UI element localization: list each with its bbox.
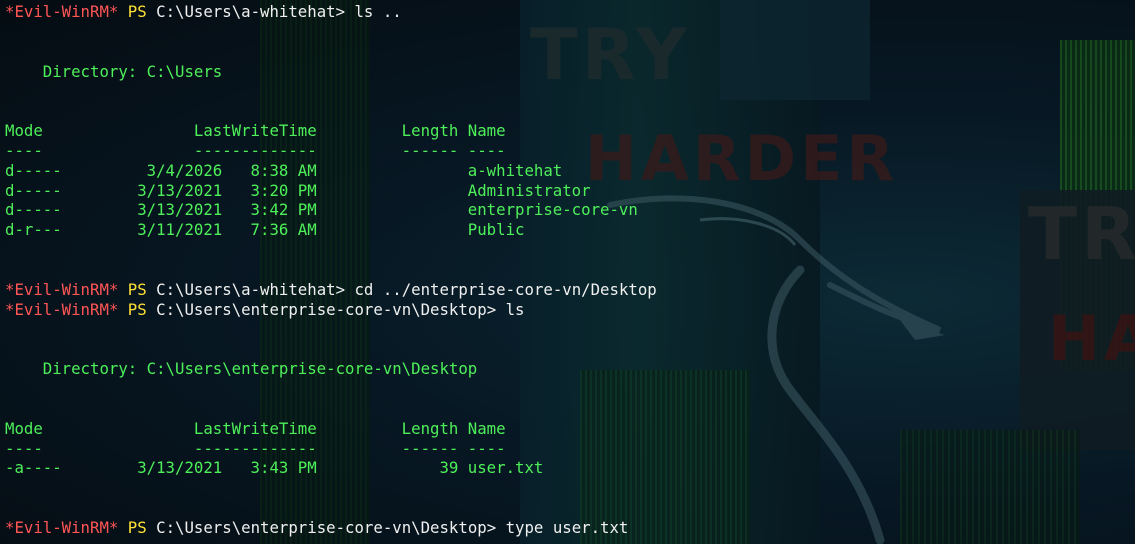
directory-line: Directory: C:\Users\enterprise-core-vn\D… (5, 359, 478, 379)
prompt-tag: *Evil-WinRM* (5, 2, 119, 21)
ps-label: PS (127, 279, 147, 299)
prompt-path: C:\Users\a-whitehat> (156, 2, 346, 21)
table-row: -a---- 3/13/2021 3:43 PM 39 user.txt (5, 458, 544, 478)
prompt-path: C:\Users\enterprise-core-vn\Desktop> (156, 517, 497, 537)
prompt-line: *Evil-WinRM* PS C:\Users\a-whitehat> ls … (5, 2, 1135, 22)
table-row: d----- 3/13/2021 3:42 PM enterprise-core… (5, 200, 638, 220)
table-row: d----- 3/4/2026 8:38 AM a-whitehat (5, 160, 563, 180)
table-header: Mode LastWriteTime Length Name (5, 418, 506, 438)
prompt-path: C:\Users\enterprise-core-vn\Desktop> (156, 299, 497, 319)
prompt-tag: *Evil-WinRM* (5, 299, 119, 319)
command-text: type user.txt (496, 517, 629, 537)
ps-label: PS (127, 517, 147, 537)
prompt-line: *Evil-WinRM* PS C:\Users\a-whitehat> cd … (5, 280, 1135, 300)
prompt-line[interactable]: *Evil-WinRM* PS C:\Users\enterprise-core… (5, 518, 1135, 538)
table-rule: ---- ------------- ------ ---- (5, 438, 506, 458)
command-text: cd ../enterprise-core-vn/Desktop (345, 279, 657, 299)
table-header: Mode LastWriteTime Length Name (5, 121, 506, 141)
prompt-tag: *Evil-WinRM* (5, 279, 119, 299)
ps-label: PS (127, 2, 147, 21)
table-row: d-r--- 3/11/2021 7:36 AM Public (5, 220, 525, 240)
table-rule: ---- ------------- ------ ---- (5, 140, 506, 160)
prompt-tag: *Evil-WinRM* (5, 517, 119, 537)
terminal-output: *Evil-WinRM* PS C:\Users\a-whitehat> ls … (5, 2, 1135, 538)
table-row: d----- 3/13/2021 3:20 PM Administrator (5, 180, 591, 200)
prompt-line: *Evil-WinRM* PS C:\Users\enterprise-core… (5, 300, 1135, 320)
ps-label: PS (127, 299, 147, 319)
command-text: ls .. (345, 2, 402, 21)
terminal-window[interactable]: TRY HARDER TRY HA *Evil-WinRM* PS C:\Use… (0, 0, 1135, 544)
prompt-path: C:\Users\a-whitehat> (156, 279, 346, 299)
directory-line: Directory: C:\Users (5, 61, 223, 81)
command-text: ls (496, 299, 525, 319)
